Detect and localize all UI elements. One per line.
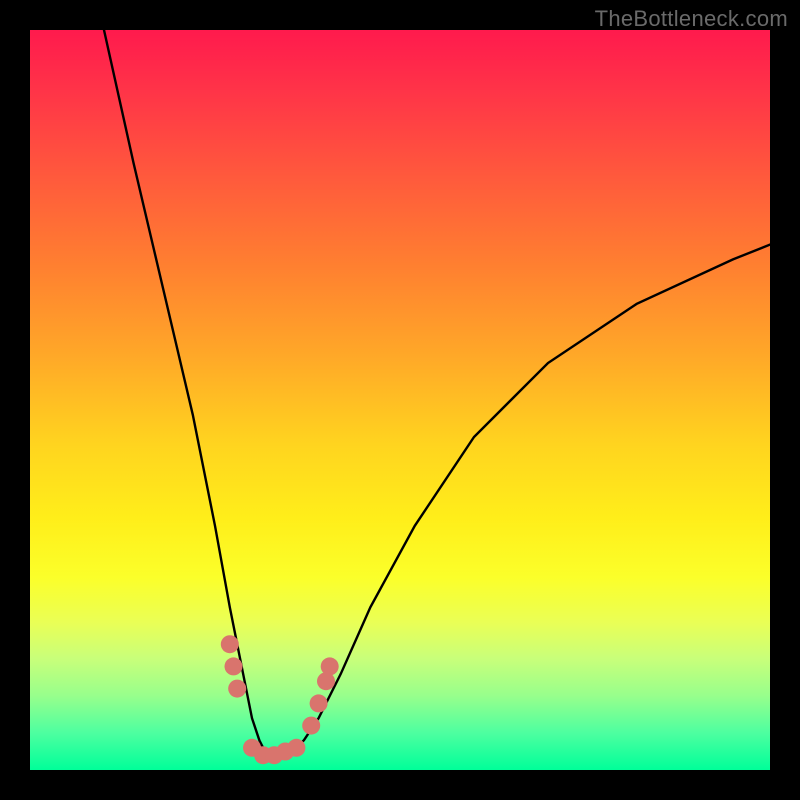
highlight-dot [221, 635, 239, 653]
chart-frame: TheBottleneck.com [0, 0, 800, 800]
highlight-dot [321, 657, 339, 675]
watermark-text: TheBottleneck.com [595, 6, 788, 32]
curve-svg [30, 30, 770, 770]
bottleneck-curve [104, 30, 770, 755]
highlight-dot [287, 739, 305, 757]
plot-area [30, 30, 770, 770]
highlight-dot [228, 680, 246, 698]
highlight-dot [302, 717, 320, 735]
highlight-dot [310, 694, 328, 712]
highlight-dot [225, 657, 243, 675]
